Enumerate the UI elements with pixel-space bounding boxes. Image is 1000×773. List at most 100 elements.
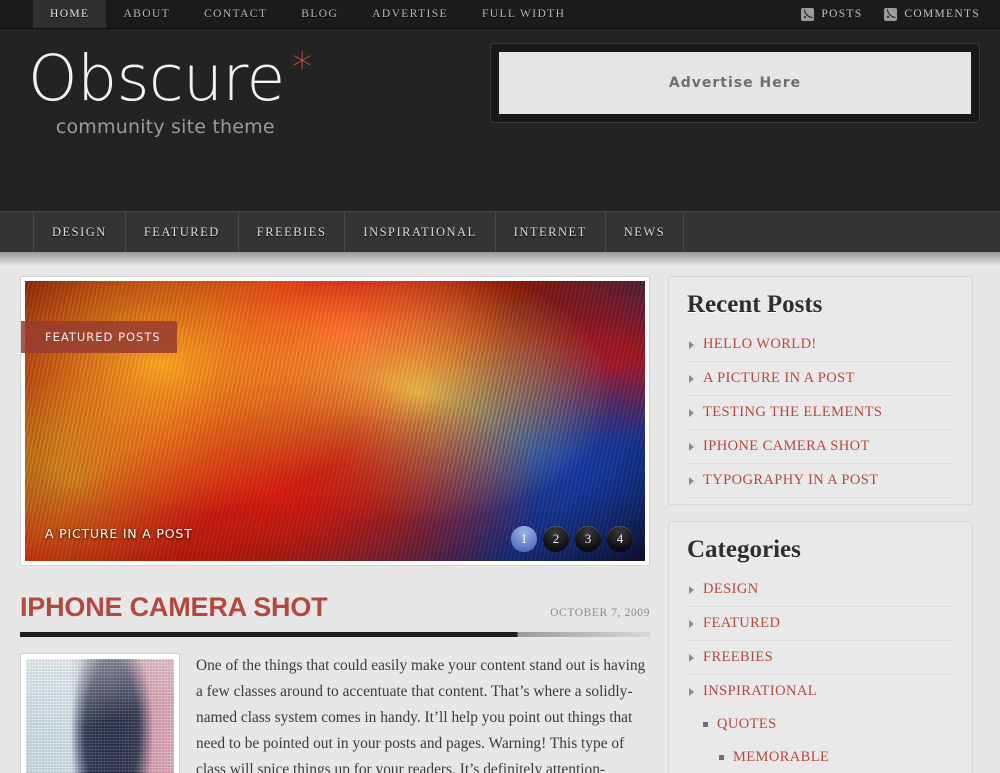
post-header: IPHONE CAMERA SHOT OCTOBER 7, 2009 — [20, 592, 650, 623]
widget-list-row: HELLO WORLD! — [687, 328, 954, 361]
widget-list-row: TYPOGRAPHY IN A POST — [687, 464, 954, 497]
post-date: OCTOBER 7, 2009 — [550, 607, 650, 619]
widget-link[interactable]: QUOTES — [717, 716, 777, 733]
advertisement-banner[interactable]: Advertise Here — [490, 43, 980, 123]
list-item: QUOTES MEMORABLE — [687, 708, 954, 773]
triangle-bullet-icon — [689, 619, 694, 628]
triangle-bullet-icon — [689, 585, 694, 594]
widget-link[interactable]: TESTING THE ELEMENTS — [703, 404, 882, 421]
catnav-item-internet[interactable]: INTERNET — [496, 212, 606, 252]
catnav-item-news[interactable]: NEWS — [606, 212, 685, 252]
site-logo[interactable]: Obscure * community site theme — [28, 47, 312, 138]
categories-list: DESIGN FEATURED FREEBIES INSPIRATIONAL QUOTE… — [687, 573, 954, 773]
topnav-item-full-width[interactable]: FULL WIDTH — [465, 0, 582, 28]
post-body: One of the things that could easily make… — [20, 653, 650, 773]
topnav-item-advertise[interactable]: ADVERTISE — [355, 0, 465, 28]
featured-posts-badge: FEATURED POSTS — [21, 321, 177, 353]
widget-list-row: MEMORABLE — [687, 741, 954, 773]
square-bullet-icon — [719, 755, 724, 760]
list-item: IPHONE CAMERA SHOT — [687, 430, 954, 464]
list-item: TESTING THE ELEMENTS — [687, 396, 954, 430]
slider-pager-dot-3[interactable]: 3 — [575, 526, 601, 552]
triangle-bullet-icon — [689, 408, 694, 417]
square-bullet-icon — [703, 722, 708, 727]
triangle-bullet-icon — [689, 340, 694, 349]
list-item: FREEBIES — [687, 641, 954, 675]
post-divider — [20, 632, 650, 637]
triangle-bullet-icon — [689, 374, 694, 383]
page-wrapper: FEATURED POSTS A PICTURE IN A POST 1234 … — [0, 266, 1000, 773]
topnav-item-contact[interactable]: CONTACT — [187, 0, 284, 28]
widget-link[interactable]: INSPIRATIONAL — [703, 683, 817, 700]
topnav-item-blog[interactable]: BLOG — [284, 0, 355, 28]
category-nav: DESIGN FEATURED FREEBIES INSPIRATIONAL INTER… — [0, 211, 1000, 252]
slider-pager-dot-4[interactable]: 4 — [607, 526, 633, 552]
featured-slider[interactable]: FEATURED POSTS A PICTURE IN A POST 1234 — [20, 276, 650, 566]
list-item: A PICTURE IN A POST — [687, 362, 954, 396]
topnav-item-home[interactable]: HOME — [33, 0, 107, 28]
widget-link[interactable]: FREEBIES — [703, 649, 773, 666]
catnav-item-featured[interactable]: FEATURED — [126, 212, 239, 252]
catnav-item-freebies[interactable]: FREEBIES — [239, 212, 346, 252]
widget-recent-posts: Recent Posts HELLO WORLD! A PICTURE IN A … — [668, 276, 973, 505]
widget-list-row: IPHONE CAMERA SHOT — [687, 430, 954, 463]
triangle-bullet-icon — [689, 653, 694, 662]
feed-links: POSTS COMMENTS — [801, 0, 1000, 28]
widget-list-row: DESIGN — [687, 573, 954, 606]
post-title[interactable]: IPHONE CAMERA SHOT — [20, 592, 328, 623]
widget-sublist: MEMORABLE — [687, 741, 954, 773]
site-header: Obscure * community site theme Advertise … — [0, 29, 1000, 211]
site-tagline: community site theme — [55, 116, 275, 138]
rss-icon — [884, 7, 898, 21]
post-thumbnail-image — [26, 659, 174, 773]
list-item: DESIGN — [687, 573, 954, 607]
widget-link[interactable]: IPHONE CAMERA SHOT — [703, 438, 870, 455]
widget-list-row: QUOTES — [687, 708, 954, 741]
advertisement-inner: Advertise Here — [499, 52, 971, 114]
slider-pager-dot-2[interactable]: 2 — [543, 526, 569, 552]
advertisement-label: Advertise Here — [668, 75, 802, 91]
topnav-item-about[interactable]: ABOUT — [106, 0, 187, 28]
feed-link-comments[interactable]: COMMENTS — [884, 7, 980, 21]
slider-pagination: 1234 — [511, 526, 633, 552]
list-item: MEMORABLE — [687, 741, 954, 773]
nav-shadow — [0, 252, 1000, 266]
triangle-bullet-icon — [689, 687, 694, 696]
main-content: FEATURED POSTS A PICTURE IN A POST 1234 … — [20, 276, 650, 773]
list-item: HELLO WORLD! — [687, 328, 954, 362]
widget-link[interactable]: DESIGN — [703, 581, 759, 598]
widget-categories: Categories DESIGN FEATURED FREEBIES INSPIRA… — [668, 521, 973, 773]
featured-slide-caption[interactable]: A PICTURE IN A POST — [45, 526, 193, 541]
feed-link-label: COMMENTS — [904, 8, 980, 20]
feed-link-posts[interactable]: POSTS — [801, 7, 863, 21]
widget-link[interactable]: MEMORABLE — [733, 749, 829, 766]
feed-link-label: POSTS — [821, 8, 863, 20]
widget-title-recent-posts: Recent Posts — [687, 291, 823, 318]
triangle-bullet-icon — [689, 476, 694, 485]
widget-title-categories: Categories — [687, 536, 801, 563]
catnav-item-design[interactable]: DESIGN — [33, 212, 126, 252]
widget-list-row: INSPIRATIONAL — [687, 675, 954, 708]
catnav-item-inspirational[interactable]: INSPIRATIONAL — [345, 212, 496, 252]
widget-link[interactable]: A PICTURE IN A POST — [703, 370, 855, 387]
list-item: FEATURED — [687, 607, 954, 641]
post-article: IPHONE CAMERA SHOT OCTOBER 7, 2009 One o… — [20, 592, 650, 773]
widget-sublist: QUOTES MEMORABLE — [687, 708, 954, 773]
list-item: TYPOGRAPHY IN A POST — [687, 464, 954, 498]
sidebar: Recent Posts HELLO WORLD! A PICTURE IN A … — [668, 276, 973, 773]
widget-list-row: TESTING THE ELEMENTS — [687, 396, 954, 429]
widget-list-row: FEATURED — [687, 607, 954, 640]
post-excerpt: One of the things that could easily make… — [196, 657, 646, 773]
logo-text: Obscure * — [28, 47, 312, 110]
widget-link[interactable]: FEATURED — [703, 615, 780, 632]
widget-link[interactable]: HELLO WORLD! — [703, 336, 817, 353]
logo-word: Obscure — [28, 42, 285, 115]
top-bar: HOME ABOUT CONTACT BLOG ADVERTISE FULL WIDTH … — [0, 0, 1000, 29]
widget-link[interactable]: TYPOGRAPHY IN A POST — [703, 472, 878, 489]
list-item: INSPIRATIONAL QUOTES MEMORABLE — [687, 675, 954, 773]
rss-icon — [801, 7, 815, 21]
triangle-bullet-icon — [689, 442, 694, 451]
recent-posts-list: HELLO WORLD! A PICTURE IN A POST TESTING T… — [687, 328, 954, 498]
post-thumbnail[interactable] — [20, 653, 180, 773]
slider-pager-dot-1[interactable]: 1 — [511, 526, 537, 552]
